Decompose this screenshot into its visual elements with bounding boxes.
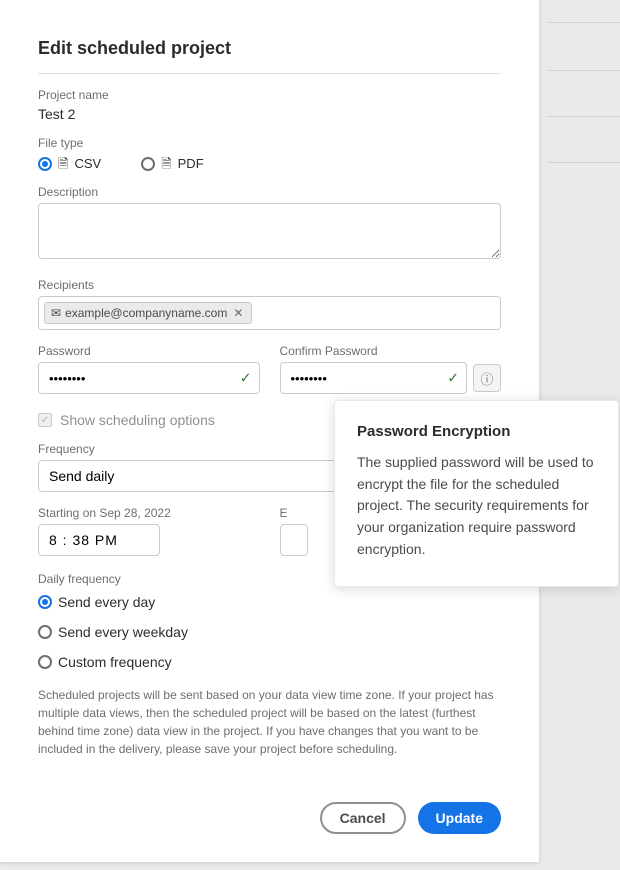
tooltip-title: Password Encryption <box>357 423 596 440</box>
remove-recipient-button[interactable]: ✕ <box>231 306 245 320</box>
daily-every-weekday-label: Send every weekday <box>58 624 188 640</box>
radio-selected-icon <box>38 157 52 171</box>
file-type-csv-option[interactable]: 🗎 CSV <box>38 156 101 171</box>
recipients-label: Recipients <box>38 278 501 292</box>
radio-icon <box>38 655 52 669</box>
info-icon: ⓘ <box>480 369 493 388</box>
daily-every-weekday-option[interactable]: Send every weekday <box>38 624 501 640</box>
tooltip-body: The supplied password will be used to en… <box>357 452 596 560</box>
starting-on-label: Starting on Sep 28, 2022 <box>38 506 260 520</box>
password-label: Password <box>38 344 260 358</box>
radio-icon <box>141 157 155 171</box>
cancel-button[interactable]: Cancel <box>320 802 406 834</box>
description-input[interactable] <box>38 203 501 259</box>
file-icon: 🗎 <box>161 157 171 170</box>
check-icon: ✓ <box>240 370 252 387</box>
confirm-password-label: Confirm Password <box>280 344 502 358</box>
update-button[interactable]: Update <box>418 802 501 834</box>
radio-icon <box>38 625 52 639</box>
file-type-csv-label: CSV <box>74 156 101 171</box>
daily-custom-label: Custom frequency <box>58 654 172 670</box>
check-icon: ✓ <box>447 370 459 387</box>
file-type-pdf-option[interactable]: 🗎 PDF <box>141 156 203 171</box>
password-encryption-tooltip: Password Encryption The supplied passwor… <box>334 400 619 587</box>
password-input[interactable] <box>38 362 260 394</box>
daily-custom-option[interactable]: Custom frequency <box>38 654 501 670</box>
password-info-button[interactable]: ⓘ <box>473 364 501 392</box>
scheduling-helper-text: Scheduled projects will be sent based on… <box>38 686 501 758</box>
ending-input[interactable] <box>280 524 308 556</box>
frequency-value: Send daily <box>49 468 114 484</box>
description-label: Description <box>38 185 501 199</box>
radio-selected-icon <box>38 595 52 609</box>
show-scheduling-label: Show scheduling options <box>60 412 215 428</box>
confirm-password-input[interactable] <box>280 362 468 394</box>
project-name-value: Test 2 <box>38 106 501 122</box>
recipient-chip: ✉ example@companyname.com ✕ <box>44 302 252 324</box>
starting-time-value: 8 : 38 PM <box>49 532 118 548</box>
project-name-label: Project name <box>38 88 501 102</box>
file-icon: 🗎 <box>58 157 68 170</box>
recipient-email: example@companyname.com <box>65 306 227 320</box>
daily-every-day-label: Send every day <box>58 594 155 610</box>
recipients-input[interactable]: ✉ example@companyname.com ✕ <box>38 296 501 330</box>
file-type-pdf-label: PDF <box>178 156 204 171</box>
daily-frequency-group: Send every day Send every weekday Custom… <box>38 594 501 670</box>
starting-time-input[interactable]: 8 : 38 PM <box>38 524 160 556</box>
dialog-footer: Cancel Update <box>38 802 501 834</box>
file-type-group: 🗎 CSV 🗎 PDF <box>38 156 501 171</box>
checkbox-checked-icon: ✓ <box>38 413 52 427</box>
mail-icon: ✉ <box>51 306 61 320</box>
file-type-label: File type <box>38 136 501 150</box>
daily-every-day-option[interactable]: Send every day <box>38 594 501 610</box>
dialog-title: Edit scheduled project <box>38 38 501 74</box>
